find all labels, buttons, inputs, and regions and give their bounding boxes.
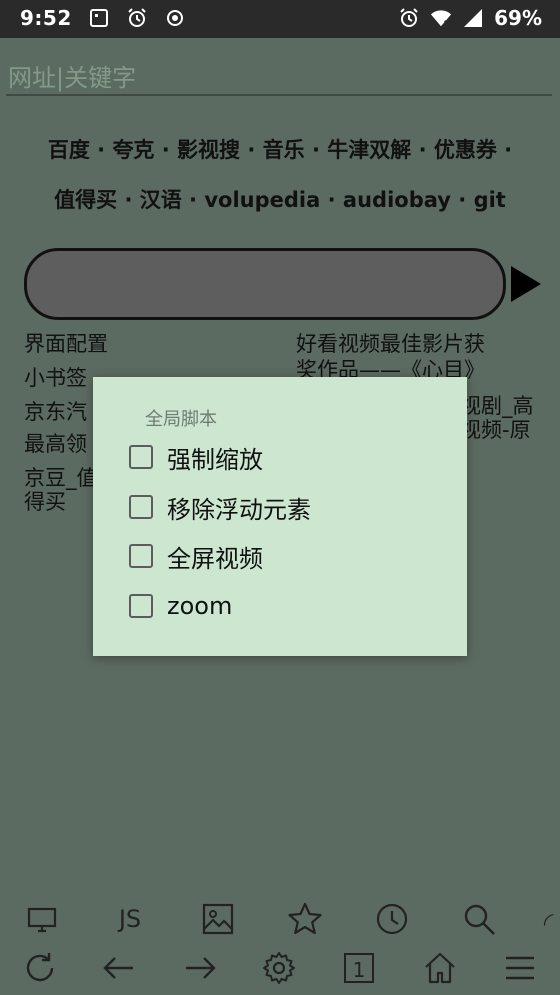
image-icon[interactable] [196, 897, 240, 941]
alarm-icon [398, 7, 420, 29]
url-placeholder: 网址|关键字 [8, 64, 137, 92]
url-input[interactable]: 网址|关键字 [6, 54, 552, 96]
search-icon[interactable] [457, 897, 501, 941]
option-zoom[interactable]: zoom [129, 589, 232, 623]
signal-icon [462, 7, 484, 29]
alarm-icon [126, 7, 148, 29]
toolbar-bottom: 1 [0, 946, 560, 990]
toolbar-top: JS [0, 897, 560, 941]
wifi-icon [430, 7, 452, 29]
menu-icon[interactable] [498, 946, 542, 990]
checkbox[interactable] [129, 544, 153, 568]
checkbox[interactable] [129, 445, 153, 469]
quick-link[interactable]: 音乐 [263, 138, 305, 162]
status-bar: 9:52 69% [0, 0, 560, 38]
status-time: 9:52 [20, 6, 72, 30]
tabs-icon[interactable]: 1 [337, 946, 381, 990]
option-force-zoom[interactable]: 强制缩放 [129, 440, 263, 474]
bookmark-item[interactable]: 视频-原 [460, 418, 531, 442]
checkbox[interactable] [129, 594, 153, 618]
partial-icon[interactable] [540, 897, 560, 941]
quick-link[interactable]: 百度 [48, 138, 90, 162]
bookmark-item[interactable]: 好看视频最佳影片获 [296, 332, 485, 356]
desktop-icon[interactable] [20, 897, 64, 941]
bookmark-item[interactable]: 界面配置 [24, 332, 108, 356]
battery-percent: 69% [494, 6, 542, 30]
quick-link[interactable]: 夸克 [112, 138, 154, 162]
forward-icon[interactable] [178, 946, 222, 990]
quick-links-row2: 值得买 · 汉语 · volupedia · audiobay · git [54, 188, 506, 212]
bookmark-item[interactable]: 小书签 [24, 366, 87, 390]
record-icon [164, 7, 186, 29]
gear-icon[interactable] [257, 946, 301, 990]
dialog-title: 全局脚本 [145, 409, 217, 430]
quick-link[interactable]: volupedia [204, 188, 320, 212]
option-remove-floating[interactable]: 移除浮动元素 [129, 490, 311, 524]
home-icon[interactable] [418, 946, 462, 990]
quick-links-row1: 百度 · 夸克 · 影视搜 · 音乐 · 牛津双解 · 优惠券 · [47, 138, 513, 162]
go-arrow-icon[interactable] [511, 266, 541, 302]
quick-link[interactable]: 值得买 [54, 188, 117, 212]
option-label: 移除浮动元素 [167, 495, 311, 524]
notification-icon [88, 7, 110, 29]
quick-link[interactable]: audiobay [343, 188, 451, 212]
bookmark-item[interactable]: 京豆_值 [24, 466, 98, 490]
quick-link[interactable]: 汉语 [140, 188, 182, 212]
bookmark-item[interactable]: 京东汽 [24, 400, 87, 424]
clock-icon[interactable] [370, 897, 414, 941]
search-input[interactable] [24, 248, 506, 320]
option-label: 全屏视频 [167, 544, 263, 573]
bookmark-item[interactable]: 最高领 [24, 432, 87, 456]
js-icon[interactable]: JS [108, 897, 152, 941]
quick-link[interactable]: 优惠券 [434, 138, 497, 162]
quick-link[interactable]: 影视搜 [177, 138, 240, 162]
global-script-dialog: 全局脚本 强制缩放 移除浮动元素 全屏视频 zoom [93, 377, 467, 656]
bookmark-item[interactable]: 视剧_高 [460, 394, 534, 418]
bookmark-item[interactable]: 得买 [24, 490, 66, 514]
option-fullscreen-video[interactable]: 全屏视频 [129, 539, 263, 573]
option-label: zoom [167, 592, 233, 620]
option-label: 强制缩放 [167, 445, 263, 474]
quick-link[interactable]: 牛津双解 [327, 138, 411, 162]
reload-icon[interactable] [18, 946, 62, 990]
checkbox[interactable] [129, 495, 153, 519]
star-icon[interactable] [283, 897, 327, 941]
back-icon[interactable] [97, 946, 141, 990]
quick-link[interactable]: git [474, 188, 506, 212]
tab-count: 1 [353, 958, 366, 982]
